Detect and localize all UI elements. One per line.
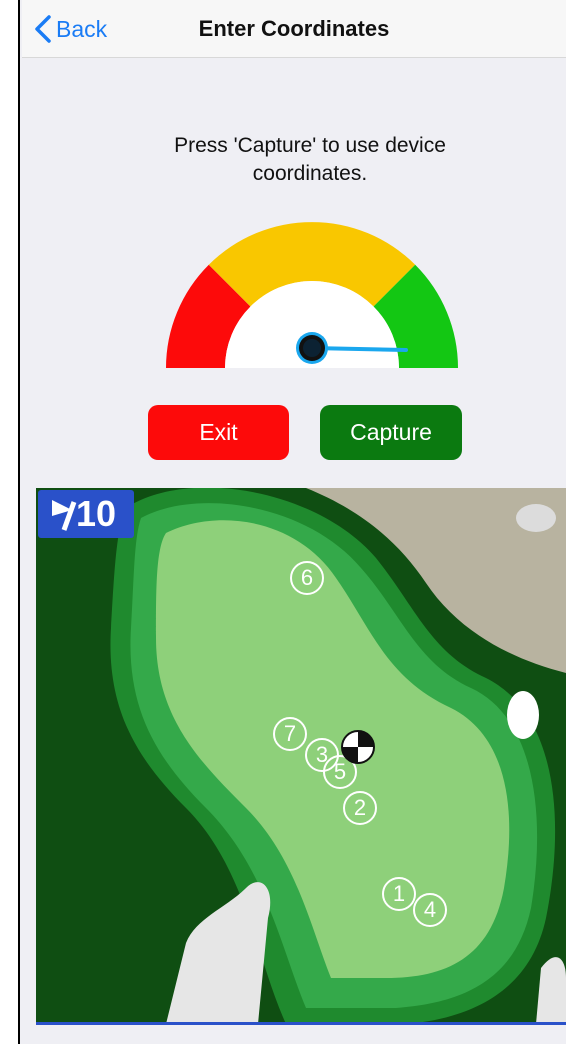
hole-target-icon[interactable]: [341, 730, 375, 764]
pin-marker[interactable]: 1: [382, 877, 416, 911]
left-edge: [0, 0, 20, 1044]
hole-badge: 10: [38, 490, 134, 538]
navigation-bar: Back Enter Coordinates: [22, 0, 566, 58]
pin-marker[interactable]: 6: [290, 561, 324, 595]
capture-button[interactable]: Capture: [320, 405, 462, 460]
instructions-text: Press 'Capture' to use device coordinate…: [174, 134, 446, 185]
pin-marker[interactable]: 4: [413, 893, 447, 927]
hole-number: 10: [76, 493, 117, 534]
pin-marker[interactable]: 7: [273, 717, 307, 751]
exit-button[interactable]: Exit: [148, 405, 289, 460]
signal-gauge: [166, 222, 458, 368]
pin-marker[interactable]: 2: [343, 791, 377, 825]
page-title: Enter Coordinates: [198, 16, 390, 41]
map-bottom-divider: [36, 1022, 566, 1025]
